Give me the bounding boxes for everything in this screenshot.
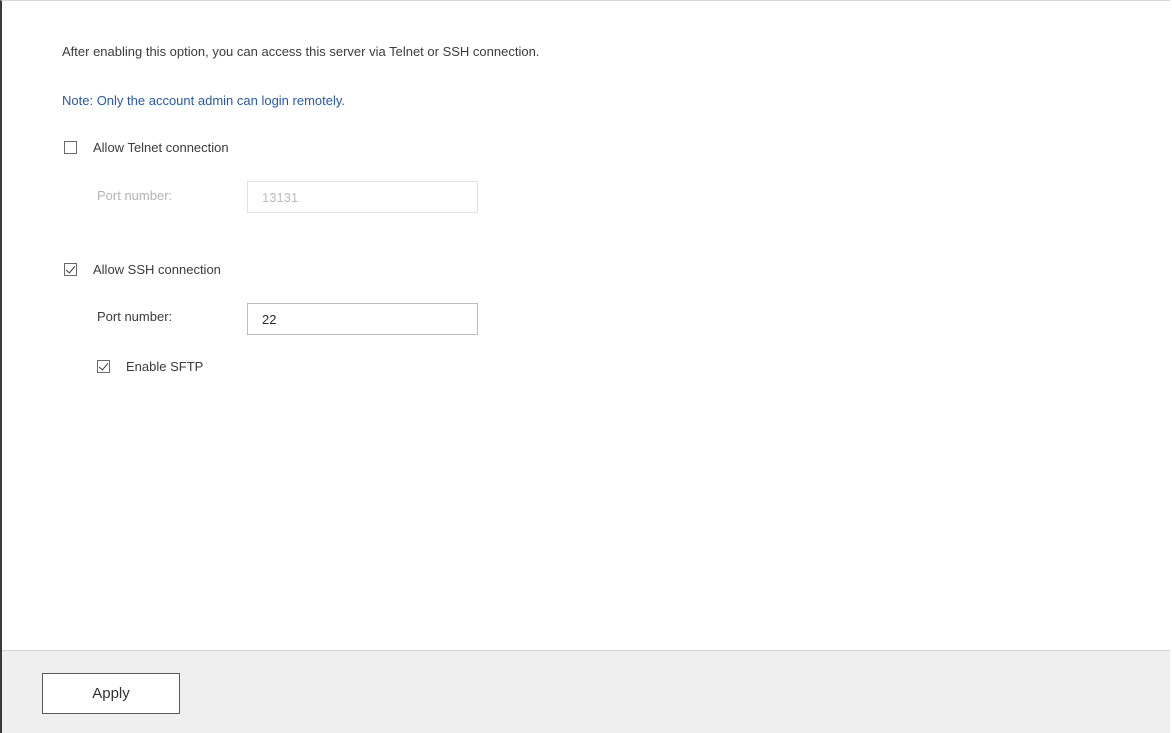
sftp-checkbox-row[interactable]: Enable SFTP — [97, 359, 203, 374]
note-body: Only the account admin can login remotel… — [93, 93, 346, 108]
description-text: After enabling this option, you can acce… — [62, 44, 540, 59]
telnet-checkbox-row[interactable]: Allow Telnet connection — [64, 140, 229, 155]
telnet-checkbox[interactable] — [64, 141, 77, 154]
telnet-checkbox-label: Allow Telnet connection — [93, 140, 229, 155]
telnet-port-input — [247, 181, 478, 213]
apply-button[interactable]: Apply — [42, 673, 180, 714]
footer-bar: Apply — [2, 650, 1170, 733]
note-prefix: Note: — [62, 93, 94, 108]
settings-panel: After enabling this option, you can acce… — [0, 0, 1170, 733]
sftp-checkbox-label: Enable SFTP — [126, 359, 204, 374]
ssh-checkbox-label: Allow SSH connection — [93, 262, 221, 277]
ssh-checkbox[interactable] — [64, 263, 77, 276]
telnet-port-label: Port number: — [97, 188, 173, 203]
ssh-checkbox-row[interactable]: Allow SSH connection — [64, 262, 221, 277]
sftp-checkbox[interactable] — [97, 360, 110, 373]
content-area: After enabling this option, you can acce… — [2, 1, 1170, 649]
ssh-port-input[interactable] — [247, 303, 478, 335]
ssh-port-label: Port number: — [97, 309, 173, 324]
note-text: Note: Only the account admin can login r… — [62, 93, 345, 108]
